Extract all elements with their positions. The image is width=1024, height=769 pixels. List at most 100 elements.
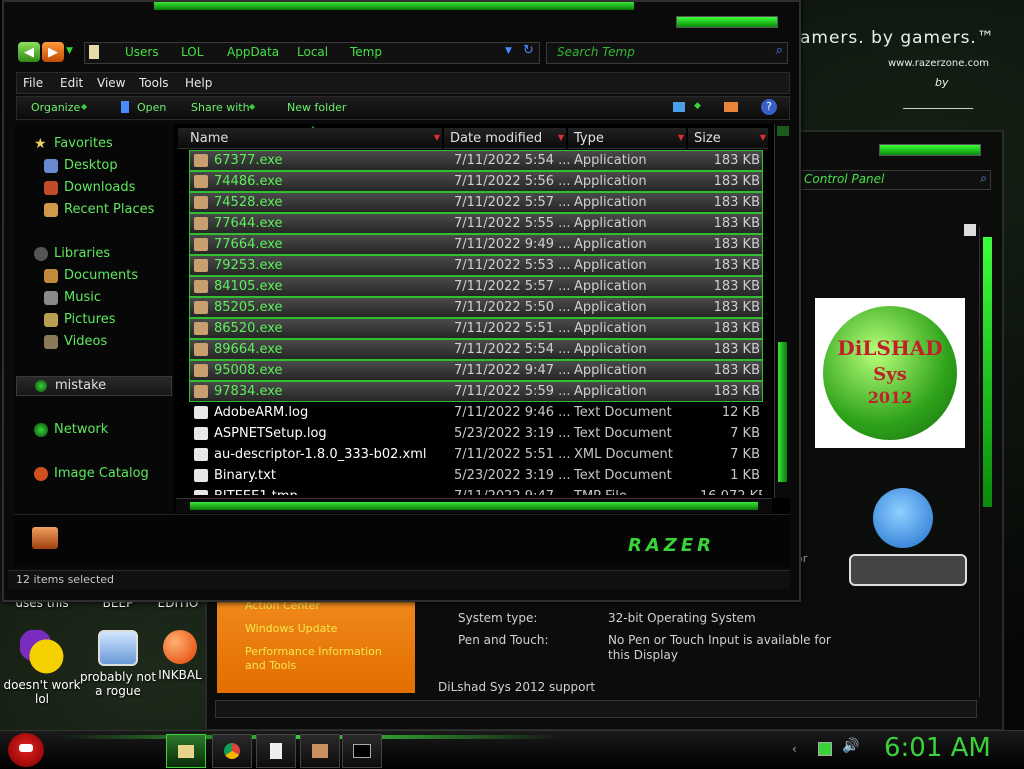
nav-documents[interactable]: Documents [44,268,138,283]
refresh-icon[interactable]: ↻ [523,43,534,58]
file-row[interactable]: 86520.exe 7/11/2022 5:51 ... Application 18… [189,318,763,339]
view-options-icon[interactable] [673,102,685,112]
chevron-down-icon[interactable]: ▼ [505,46,512,56]
column-filter-icon[interactable]: ▼ [678,133,684,142]
back-button[interactable]: ◀ [18,42,40,62]
address-bar[interactable]: Users LOL AppData Local Temp ▼ ↻ [84,42,540,64]
menu-tools[interactable]: Tools [139,76,169,90]
music-icon [44,290,58,305]
taskbar-document-button[interactable] [256,734,296,768]
volume-icon[interactable]: 🔊 [842,738,859,754]
column-filter-icon[interactable]: ▼ [558,133,564,142]
nav-network[interactable]: Network [34,422,108,437]
scroll-up-arrow-icon[interactable] [777,126,789,136]
menu-file[interactable]: File [23,76,43,90]
nav-desktop[interactable]: Desktop [44,158,118,173]
file-size: 183 KB [713,279,760,294]
nav-music[interactable]: Music [44,290,101,305]
taskbar-control-panel-button[interactable] [300,734,340,768]
taskbar-explorer-button[interactable] [166,734,206,768]
search-icon[interactable]: ⌕ [776,43,783,58]
file-list-hscrollbar[interactable] [176,498,772,513]
file-size: 183 KB [713,174,760,189]
view-dropdown-icon[interactable]: ◆ [694,101,701,111]
desktop-icon-inkball[interactable]: INKBAL [150,630,210,682]
file-icon [194,427,208,440]
file-row[interactable]: AdobeARM.log 7/11/2022 9:46 ... Text Docum… [190,403,762,422]
file-row[interactable]: BITEEE1.tmp 7/11/2022 9:47 ...TMP File 16,… [190,487,762,495]
search-box[interactable]: Search Temp ⌕ [546,42,788,64]
desktop-icon-yahoo[interactable]: doesn't work lol [0,630,84,706]
column-filter-icon[interactable]: ▼ [434,133,440,142]
file-name: BITEEE1.tmp [214,489,298,495]
search-icon[interactable]: ⌕ [980,171,987,186]
file-row[interactable]: 95008.exe 7/11/2022 9:47 ... Application 18… [189,360,763,381]
menu-edit[interactable]: Edit [60,76,83,90]
file-row[interactable]: ASPNETSetup.log 5/23/2022 3:19 ... Text Do… [190,424,762,443]
organize-button[interactable]: Organize [31,101,80,114]
breadcrumb-users[interactable]: Users [125,45,159,59]
start-button[interactable] [8,733,44,767]
file-list-scrollbar[interactable] [774,124,791,498]
taskbar-chrome-button[interactable] [212,734,252,768]
file-row[interactable]: Binary.txt 5/23/2022 3:19 ... Text Documen… [190,466,762,485]
hscrollbar-thumb[interactable] [190,502,758,510]
forward-button[interactable]: ▶ [42,42,64,62]
breadcrumb-local[interactable]: Local [297,45,328,59]
file-row[interactable]: 74486.exe 7/11/2022 5:56 ... Application 18… [189,171,763,192]
share-with-button[interactable]: Share with [191,101,250,114]
menu-help[interactable]: Help [185,76,212,90]
breadcrumb-appdata[interactable]: AppData [227,45,279,59]
scrollbar-thumb[interactable] [983,237,992,507]
nav-homegroup[interactable]: mistake [16,376,172,396]
help-icon[interactable]: ? [761,99,777,115]
nav-libraries[interactable]: Libraries [34,246,110,261]
recent-pages-dropdown-icon[interactable]: ▼ [66,46,73,56]
nav-recent-places[interactable]: Recent Places [44,202,154,217]
column-header-name[interactable]: Name ▼ [178,128,442,149]
task-link-windows-update[interactable]: Windows Update [245,622,337,635]
nav-favorites[interactable]: ★ Favorites [34,136,113,151]
help-icon[interactable] [964,224,976,236]
new-folder-button[interactable]: New folder [287,101,346,114]
column-header-date[interactable]: Date modified ▼ [444,128,566,149]
menu-view[interactable]: View [97,76,125,90]
column-filter-icon[interactable]: ▼ [760,133,766,142]
network-tray-icon[interactable] [818,742,832,756]
share-dropdown-icon[interactable]: ◆ [249,102,255,111]
column-header-size[interactable]: Size ▼ [688,128,768,149]
window-controls[interactable] [879,144,981,156]
explorer-window[interactable]: ◀ ▶ ▼ Users LOL AppData Local Temp ▼ ↻ S… [2,0,801,602]
nav-downloads[interactable]: Downloads [44,180,135,195]
open-button[interactable]: Open [137,101,166,114]
desktop-icon-monitor[interactable]: probably not a rogue [76,630,160,698]
cp-scrollbar[interactable] [979,227,996,697]
organize-dropdown-icon[interactable]: ◆ [81,102,87,111]
file-row[interactable]: 67377.exe 7/11/2022 5:54 ... Application 18… [189,150,763,171]
breadcrumb-lol[interactable]: LOL [181,45,203,59]
file-row[interactable]: 79253.exe 7/11/2022 5:53 ... Application 18… [189,255,763,276]
preview-pane-icon[interactable] [724,102,738,112]
taskbar-cmd-button[interactable] [342,734,382,768]
breadcrumb-temp[interactable]: Temp [350,45,382,59]
file-row[interactable]: 74528.exe 7/11/2022 5:57 ... Application 18… [189,192,763,213]
column-header-type[interactable]: Type ▼ [568,128,686,149]
scrollbar-thumb[interactable] [778,342,787,482]
navigation-pane: ★ Favorites Desktop Downloads Recent Plac… [14,124,174,514]
clock[interactable]: 6:01 AM [884,733,991,763]
cp-address-bar[interactable]: Control Panel ⌕ [799,170,991,190]
file-row[interactable]: 84105.exe 7/11/2022 5:57 ... Application 18… [189,276,763,297]
file-row[interactable]: 97834.exe 7/11/2022 5:59 ... Application 18… [189,381,763,402]
file-row[interactable]: 77664.exe 7/11/2022 9:49 ... Application 18… [189,234,763,255]
nav-pictures[interactable]: Pictures [44,312,115,327]
recent-places-icon [44,202,58,217]
file-row[interactable]: 89664.exe 7/11/2022 5:54 ... Application 18… [189,339,763,360]
file-row[interactable]: 77644.exe 7/11/2022 5:55 ... Application 18… [189,213,763,234]
show-hidden-icons-icon[interactable]: ‹ [792,742,797,756]
file-row[interactable]: au-descriptor-1.8.0_333-b02.xml 7/11/2022… [190,445,762,464]
nav-image-catalog[interactable]: Image Catalog [34,466,149,481]
nav-videos[interactable]: Videos [44,334,107,349]
file-row[interactable]: 85205.exe 7/11/2022 5:50 ... Application 18… [189,297,763,318]
window-controls[interactable] [676,16,778,28]
task-link-performance[interactable]: Performance Information and Tools [245,645,405,673]
